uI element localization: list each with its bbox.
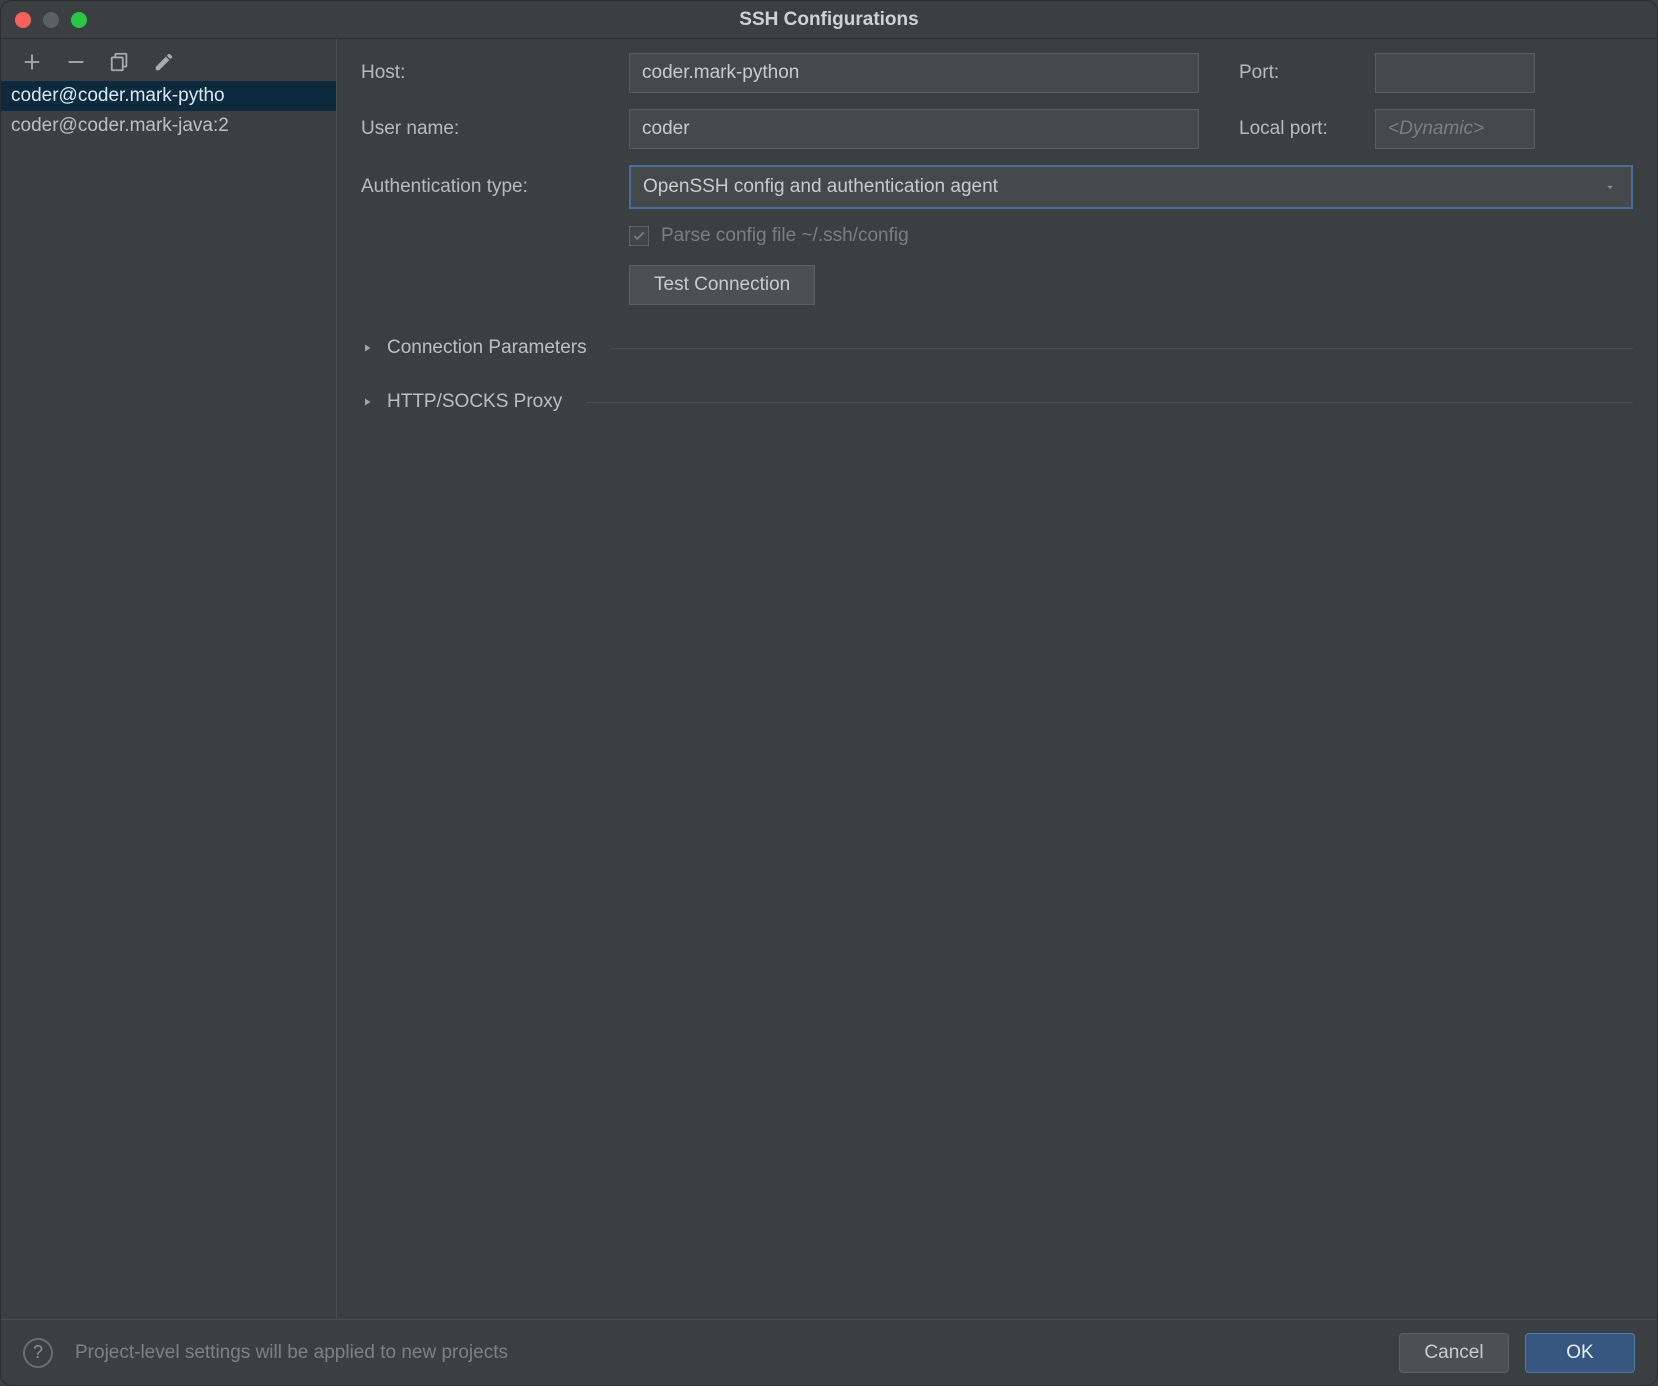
window-minimize-button[interactable] [43, 12, 59, 28]
config-item[interactable]: coder@coder.mark-pytho [1, 81, 336, 111]
authtype-row: Authentication type: OpenSSH config and … [361, 165, 1633, 209]
parse-config-row: Parse config file ~/.ssh/config [629, 225, 1633, 247]
footer-buttons: Cancel OK [1399, 1333, 1635, 1373]
dialog-body: coder@coder.mark-pytho coder@coder.mark-… [1, 39, 1657, 1319]
connection-params-title: Connection Parameters [387, 337, 587, 359]
test-connection-button[interactable]: Test Connection [629, 265, 815, 305]
proxy-header[interactable]: HTTP/SOCKS Proxy [361, 391, 1633, 413]
host-label: Host: [361, 62, 611, 84]
ssh-configurations-window: SSH Configurations coder@coder.mar [0, 0, 1658, 1386]
user-input[interactable] [629, 109, 1199, 149]
config-list: coder@coder.mark-pytho coder@coder.mark-… [1, 81, 336, 1319]
copy-icon[interactable] [109, 51, 131, 73]
dialog-footer: ? Project-level settings will be applied… [1, 1319, 1657, 1385]
proxy-section: HTTP/SOCKS Proxy [361, 391, 1633, 413]
chevron-down-icon [1603, 180, 1617, 194]
triangle-right-icon [361, 342, 373, 354]
authtype-value: OpenSSH config and authentication agent [643, 176, 998, 198]
window-close-button[interactable] [15, 12, 31, 28]
parse-config-label: Parse config file ~/.ssh/config [661, 225, 909, 247]
remove-icon[interactable] [65, 51, 87, 73]
proxy-title: HTTP/SOCKS Proxy [387, 391, 562, 413]
footer-message: Project-level settings will be applied t… [75, 1342, 1377, 1364]
config-details: Host: Port: User name: Local port: Authe… [337, 39, 1657, 1319]
edit-icon[interactable] [153, 51, 175, 73]
config-item[interactable]: coder@coder.mark-java:2 [1, 111, 336, 141]
triangle-right-icon [361, 396, 373, 408]
window-maximize-button[interactable] [71, 12, 87, 28]
window-controls [1, 12, 87, 28]
localport-label: Local port: [1217, 118, 1357, 140]
port-label: Port: [1217, 62, 1357, 84]
connection-params-section: Connection Parameters [361, 337, 1633, 359]
host-row: Host: Port: [361, 53, 1633, 93]
host-input[interactable] [629, 53, 1199, 93]
help-icon[interactable]: ? [23, 1338, 53, 1368]
port-input[interactable] [1375, 53, 1535, 93]
user-label: User name: [361, 118, 611, 140]
cancel-button[interactable]: Cancel [1399, 1333, 1509, 1373]
section-divider [611, 348, 1633, 349]
add-icon[interactable] [21, 51, 43, 73]
titlebar: SSH Configurations [1, 1, 1657, 39]
parse-config-checkbox [629, 226, 649, 246]
ok-button[interactable]: OK [1525, 1333, 1635, 1373]
authtype-label: Authentication type: [361, 176, 611, 198]
user-row: User name: Local port: [361, 109, 1633, 149]
localport-input[interactable] [1375, 109, 1535, 149]
connection-params-header[interactable]: Connection Parameters [361, 337, 1633, 359]
config-sidebar: coder@coder.mark-pytho coder@coder.mark-… [1, 39, 337, 1319]
authtype-select[interactable]: OpenSSH config and authentication agent [629, 165, 1633, 209]
sidebar-toolbar [1, 39, 336, 81]
section-divider [586, 402, 1633, 403]
window-title: SSH Configurations [1, 9, 1657, 31]
